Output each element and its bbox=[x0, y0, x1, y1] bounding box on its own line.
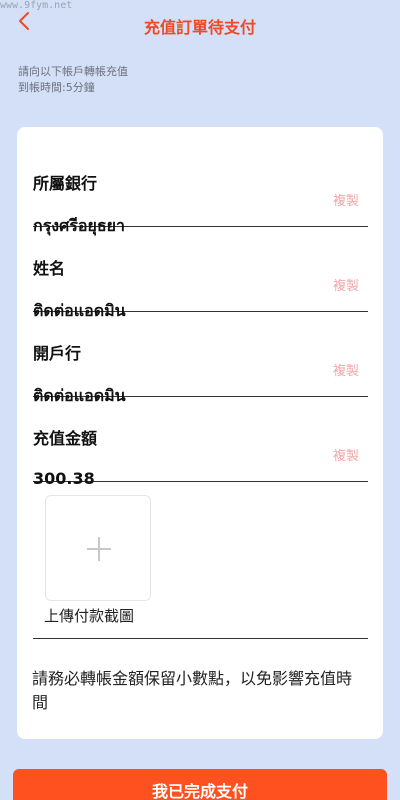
copy-bank-button[interactable]: 複製 bbox=[333, 190, 359, 209]
copy-amount-button[interactable]: 複製 bbox=[333, 445, 359, 464]
copy-name-button[interactable]: 複製 bbox=[333, 275, 359, 294]
screen: www.9fym.net 充值訂單待支付 請向以下帳戶轉帳充值 到帳時間:5分鐘… bbox=[0, 0, 400, 800]
notice-text: 請務必轉帳金額保留小數點，以免影響充值時間 bbox=[32, 669, 353, 712]
upload-label: 上傳付款截圖 bbox=[44, 607, 135, 625]
amount-field: 充值金額 300.38 複製 bbox=[33, 397, 368, 488]
amount-label: 充值金額 bbox=[33, 429, 98, 448]
instructions-line-1: 請向以下帳戶轉帳充值 bbox=[18, 65, 128, 78]
branch-label: 開戶行 bbox=[33, 344, 82, 363]
bank-label: 所屬銀行 bbox=[33, 174, 98, 193]
payment-complete-button[interactable]: 我已完成支付 bbox=[13, 769, 387, 800]
name-label: 姓名 bbox=[33, 259, 66, 278]
plus-icon bbox=[87, 537, 111, 561]
instructions-line-2: 到帳時間:5分鐘 bbox=[18, 81, 95, 94]
page-title: 充值訂單待支付 bbox=[143, 18, 256, 37]
amount-value: 300.38 bbox=[33, 469, 95, 488]
branch-field: 開戶行 ติดต่อแอดมิน 複製 bbox=[33, 312, 368, 405]
name-field: 姓名 ติดต่อแอดมิน 複製 bbox=[33, 227, 368, 320]
upload-screenshot-button[interactable] bbox=[45, 495, 151, 601]
copy-branch-button[interactable]: 複製 bbox=[333, 360, 359, 379]
nav-bar: 充值訂單待支付 bbox=[0, 0, 400, 46]
divider bbox=[33, 638, 368, 639]
bank-field: 所屬銀行 กรุงศรีอยุธยา 複製 bbox=[33, 142, 368, 235]
instructions: 請向以下帳戶轉帳充值 到帳時間:5分鐘 bbox=[18, 64, 128, 96]
payment-card: 所屬銀行 กรุงศรีอยุธยา 複製 姓名 ติดต่อแอดมิน 複製… bbox=[17, 127, 383, 739]
